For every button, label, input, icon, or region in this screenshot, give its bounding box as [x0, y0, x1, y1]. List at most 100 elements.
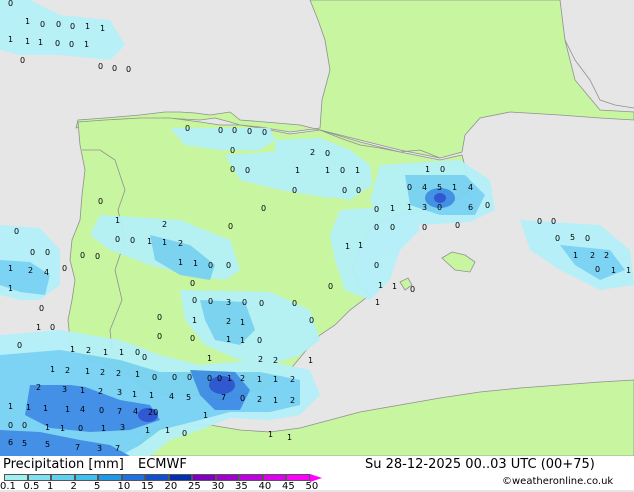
station-value: 2: [290, 396, 295, 405]
station-value: 5: [437, 183, 442, 192]
footer-datetime: Su 28-12-2025 00..03 UTC (00+75): [365, 457, 595, 472]
station-value: 2: [162, 220, 167, 229]
station-value: 0: [135, 348, 140, 357]
station-value: 0: [230, 146, 235, 155]
station-value: 2: [178, 239, 183, 248]
station-value: 1: [115, 216, 120, 225]
station-value: 0: [55, 39, 60, 48]
station-value: 0: [440, 165, 445, 174]
station-value: 0: [217, 374, 222, 383]
station-value: 1: [573, 251, 578, 260]
station-value: 0: [185, 124, 190, 133]
station-value: 0: [98, 197, 103, 206]
station-value: 2: [65, 366, 70, 375]
station-value: 0: [437, 203, 442, 212]
station-value: 0: [126, 65, 131, 74]
station-value: 0: [259, 299, 264, 308]
station-value: 1: [162, 238, 167, 247]
legend-tick-label: 2: [70, 481, 77, 492]
station-value: 1: [378, 281, 383, 290]
station-value: 0: [70, 22, 75, 31]
station-value: 0: [242, 298, 247, 307]
station-value: 4: [80, 405, 85, 414]
station-value: 0: [208, 297, 213, 306]
legend-tick-label: 10: [117, 481, 131, 492]
map-canvas: 01 0 0 0 1 11 1 1 0 0 100 0 00 0 0 0 00 2 01 00 0 1 1 0 10 4 5 1 40 0…: [0, 0, 634, 457]
station-value: 0: [115, 235, 120, 244]
station-value: 0: [112, 64, 117, 73]
station-value: 2: [590, 251, 595, 260]
station-value: 1: [135, 370, 140, 379]
station-value: 5: [22, 439, 27, 448]
station-value: 5: [45, 440, 50, 449]
station-value: 0: [22, 421, 27, 430]
station-value: 2: [98, 387, 103, 396]
legend-swatch: [215, 474, 239, 481]
station-value: 0: [152, 373, 157, 382]
station-value: 0: [356, 186, 361, 195]
station-value: 1: [227, 374, 232, 383]
station-value: 1: [70, 345, 75, 354]
station-value: 2: [604, 251, 609, 260]
legend-tick-label: 30: [211, 481, 225, 492]
legend-tick-label: 40: [258, 481, 272, 492]
station-value: 0: [585, 234, 590, 243]
legend-swatch: [27, 474, 51, 481]
station-value: 0: [40, 20, 45, 29]
station-value: 1: [45, 423, 50, 432]
station-value: 0: [157, 313, 162, 322]
station-value: 0: [245, 166, 250, 175]
station-value: 0: [39, 304, 44, 313]
station-value: 0: [455, 221, 460, 230]
station-value: 0: [390, 223, 395, 232]
station-value: 1: [407, 203, 412, 212]
station-value: 1: [192, 316, 197, 325]
station-value: 0: [142, 353, 147, 362]
station-value: 1: [8, 284, 13, 293]
station-value: 0: [99, 406, 104, 415]
station-value: 2: [257, 395, 262, 404]
station-value: 1: [257, 375, 262, 384]
legend-swatch: [262, 474, 286, 481]
station-value: 0: [190, 279, 195, 288]
station-value: 1: [145, 426, 150, 435]
footer-title: Precipitation [mm]: [3, 457, 124, 472]
station-value: 0: [240, 394, 245, 403]
station-value: 0: [8, 421, 13, 430]
legend-tick-label: 5: [94, 481, 101, 492]
legend-tick-label: 25: [188, 481, 201, 492]
station-value: 1: [273, 375, 278, 384]
station-value: 6: [468, 203, 473, 212]
station-value: 0: [262, 128, 267, 137]
station-value: 1: [325, 166, 330, 175]
station-value: 2: [310, 148, 315, 157]
station-value: 0: [190, 334, 195, 343]
station-value: 0: [309, 316, 314, 325]
station-value: 20: [148, 408, 158, 417]
station-value: 0: [328, 282, 333, 291]
station-value: 2: [226, 317, 231, 326]
legend-swatch: [51, 474, 75, 481]
station-value: 0: [172, 373, 177, 382]
station-value: 0: [325, 149, 330, 158]
station-value: 4: [422, 183, 427, 192]
station-value: 0: [410, 285, 415, 294]
station-value: 1: [611, 266, 616, 275]
station-value: 4: [133, 407, 138, 416]
station-value: 3: [226, 298, 231, 307]
station-value: 0: [98, 62, 103, 71]
footer-credit[interactable]: ©weatheronline.co.uk: [502, 476, 613, 487]
legend-tick-label: 0.1: [0, 481, 16, 492]
station-value: 4: [169, 392, 174, 401]
station-value: 1: [103, 348, 108, 357]
station-value: 1: [43, 404, 48, 413]
station-value: 0: [17, 341, 22, 350]
station-value: 1: [165, 426, 170, 435]
station-value: 6: [8, 438, 13, 447]
station-value: 2: [100, 368, 105, 377]
legend-tick-label: 20: [164, 481, 178, 492]
station-value: 1: [101, 424, 106, 433]
station-value: 1: [295, 166, 300, 175]
station-value: 1: [207, 354, 212, 363]
precipitation-map: 0100011111001000000000020100011010451400…: [0, 0, 634, 457]
